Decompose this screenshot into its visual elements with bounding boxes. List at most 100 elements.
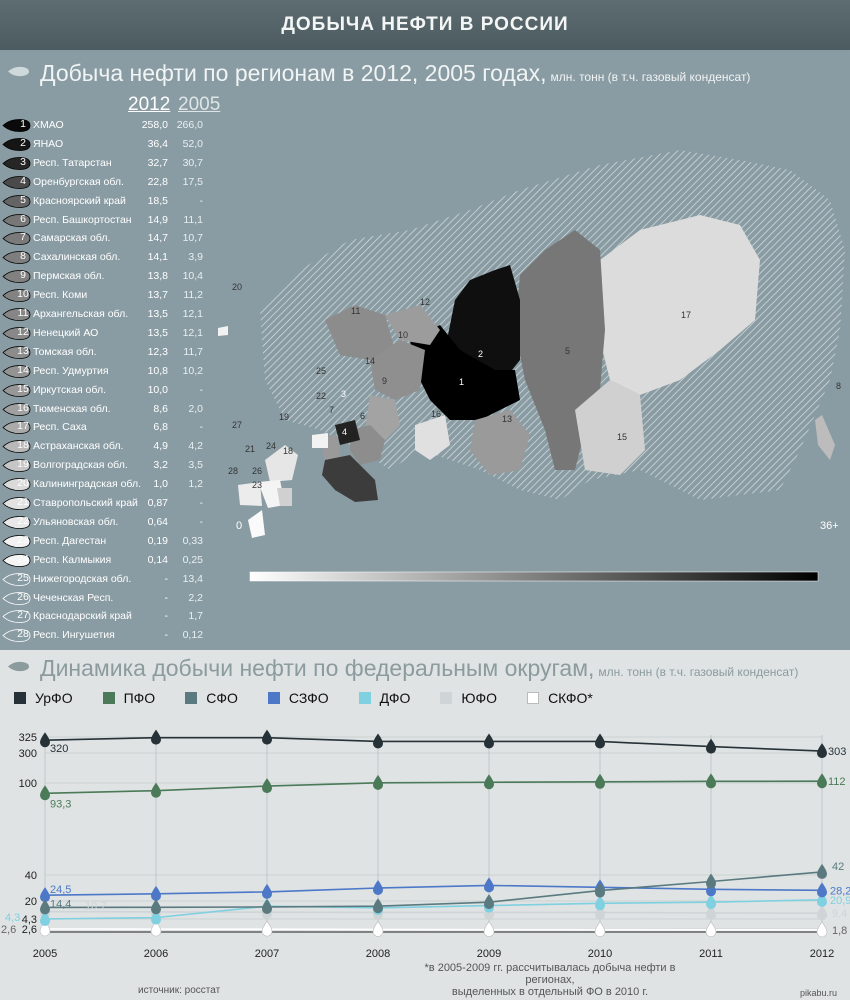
- data-point-drop: [484, 733, 494, 749]
- map-region-label: 17: [681, 310, 692, 320]
- map-region-label: 23: [252, 480, 263, 490]
- y-tick-label: 40: [25, 870, 37, 882]
- legend-item: ДФО: [358, 690, 410, 706]
- series-end-label: 1,8: [832, 925, 847, 937]
- map-region-label: 10: [398, 330, 409, 340]
- legend-item: СКФО*: [527, 690, 593, 706]
- legend-swatch: [267, 692, 280, 704]
- map-region-label: 2: [478, 349, 484, 359]
- data-point-drop: [595, 773, 605, 789]
- watermark: pikabu.ru: [800, 988, 838, 998]
- data-point-drop: [817, 882, 827, 898]
- data-point-drop: [262, 778, 272, 794]
- series-start-label: 4,3: [5, 912, 20, 924]
- data-point-drop: [817, 773, 827, 789]
- map-region-label: 7: [329, 405, 335, 415]
- map-region-label: 13: [502, 414, 513, 424]
- legend-swatch: [14, 692, 26, 704]
- series-line: [44, 928, 823, 931]
- data-point-drop: [484, 774, 494, 790]
- series-line: [44, 910, 823, 914]
- data-point-drop: [372, 920, 384, 937]
- scale-max-label: 36+: [820, 520, 839, 532]
- series-start-label: 320: [50, 743, 68, 755]
- data-point-drop: [595, 882, 605, 898]
- legend-swatch: [440, 692, 453, 704]
- russia-map: [218, 150, 845, 582]
- data-point-drop: [816, 921, 828, 938]
- data-point-drop: [151, 782, 161, 798]
- legend-item: УрФО: [14, 690, 73, 706]
- map-region-23: [248, 510, 265, 538]
- data-point-drop: [262, 883, 272, 899]
- map-region-label: 5: [565, 346, 571, 356]
- map-region-20: [218, 326, 228, 336]
- data-point-drop: [373, 733, 383, 749]
- data-point-drop: [706, 738, 716, 754]
- map-region-8: [815, 415, 835, 460]
- data-point-drop: [151, 729, 161, 745]
- map-region-label: 25: [316, 366, 327, 376]
- map-region-label: 20: [232, 282, 243, 292]
- data-point-drop: [483, 921, 495, 937]
- section2-title: Динамика добычи нефти по федеральным окр…: [8, 655, 798, 682]
- data-point-drop: [373, 898, 383, 914]
- map-region-label: 3: [341, 389, 347, 399]
- data-point-drop: [484, 877, 494, 893]
- data-point-drop: [40, 785, 50, 801]
- map-region-label: 11: [351, 306, 361, 316]
- map-region-label: 24: [266, 441, 277, 451]
- x-tick-label: 2009: [477, 948, 501, 960]
- map-region-label: 9: [382, 376, 388, 386]
- data-point-drop: [705, 921, 717, 938]
- series-start-label: 2,6: [1, 924, 16, 936]
- map-region-label: 26: [252, 466, 263, 476]
- map-region-label: 21: [245, 444, 256, 454]
- data-point-drop: [817, 905, 827, 921]
- data-point-drop: [706, 894, 716, 910]
- series-end-label: 9,4: [832, 908, 847, 920]
- map-region-label: 8: [836, 381, 842, 391]
- data-point-drop: [261, 920, 273, 937]
- map-region-label: 28: [228, 466, 239, 476]
- series-end-label: 20,9: [830, 895, 850, 907]
- data-point-drop: [151, 885, 161, 901]
- data-point-drop: [373, 774, 383, 790]
- series-start-label: 10,7: [85, 901, 106, 913]
- legend-swatch: [102, 692, 115, 704]
- scale-min-label: 0: [236, 520, 243, 532]
- data-point-drop: [373, 880, 383, 895]
- data-point-drop: [817, 743, 827, 759]
- data-point-drop: [706, 873, 716, 889]
- y-tick-label: 100: [19, 778, 37, 790]
- map-region-label: 16: [431, 409, 442, 419]
- legend-item: СФО: [185, 690, 238, 706]
- series-end-label: 303: [828, 746, 846, 758]
- data-point-drop: [151, 899, 161, 915]
- map-region-label: 4: [342, 427, 348, 437]
- data-point-drop: [40, 899, 50, 915]
- x-tick-label: 2005: [33, 948, 57, 960]
- data-point-drop: [262, 729, 272, 745]
- legend-item: СЗФО: [267, 690, 329, 706]
- series-line: [44, 899, 823, 920]
- x-tick-label: 2011: [699, 948, 723, 960]
- map-region-label: 22: [316, 391, 327, 401]
- legend-item: ПФО: [102, 690, 155, 706]
- data-point-drop: [40, 732, 50, 748]
- x-tick-label: 2010: [588, 948, 612, 960]
- series-start-label: 93,3: [50, 798, 71, 810]
- legend-swatch: [527, 692, 540, 704]
- series-line: [44, 884, 823, 896]
- y-tick-label: 4,3: [22, 914, 37, 926]
- x-tick-label: 2012: [810, 948, 834, 960]
- legend-swatch: [358, 692, 371, 704]
- series-end-label: 42: [832, 861, 844, 873]
- source-label: источник: росстат: [138, 985, 221, 996]
- x-tick-label: 2006: [144, 948, 168, 960]
- legend-item: ЮФО: [440, 690, 497, 706]
- data-point-drop: [594, 921, 606, 937]
- y-tick-label: 325: [19, 732, 37, 744]
- map-region-label: 19: [279, 412, 290, 422]
- series-start-label: 14,4: [50, 898, 71, 910]
